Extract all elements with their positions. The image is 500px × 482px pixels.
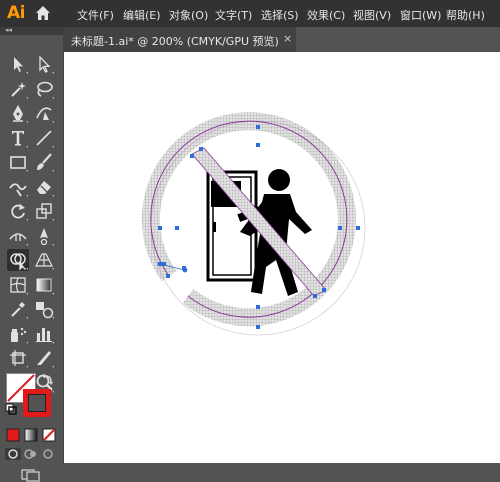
shaper-tool-icon[interactable] (7, 176, 29, 198)
stroke-swatch-hole (28, 394, 46, 412)
symbol-sprayer-tool-icon[interactable] (7, 323, 29, 345)
menu-item[interactable]: 效果(C) (307, 7, 345, 23)
no-entry-sign-artwork[interactable] (64, 52, 500, 463)
shape-builder-tool-icon[interactable] (7, 249, 29, 271)
column-graph-tool-icon[interactable] (33, 323, 55, 345)
artboard-tool-icon[interactable] (7, 347, 29, 369)
menu-bar: Ai 文件(F) 编辑(E) 对象(O) 文字(T) 选择(S) 效果(C) 视图(V) 窗口… (0, 0, 500, 27)
screen-mode-icon[interactable] (20, 468, 42, 482)
slice-tool-icon[interactable] (33, 347, 55, 369)
menu-item[interactable]: 编辑(E) (123, 7, 161, 23)
width-tool-icon[interactable] (7, 225, 29, 247)
panel-grip[interactable]: ◂◂ (0, 26, 63, 35)
swap-fill-stroke-icon[interactable] (41, 372, 55, 386)
document-tab-title: 未标题-1.ai* @ 200% (CMYK/GPU 预览) (71, 35, 279, 48)
menu-item[interactable]: 视图(V) (353, 7, 391, 23)
eraser-tool-icon[interactable] (33, 176, 55, 198)
scale-tool-icon[interactable] (33, 200, 55, 222)
mesh-tool-icon[interactable] (7, 274, 29, 296)
document-tab-bar: 未标题-1.ai* @ 200% (CMYK/GPU 预览) × (63, 27, 500, 52)
close-icon[interactable]: × (283, 32, 292, 45)
tools-panel: ◂◂ (0, 26, 64, 482)
menu-item[interactable]: 帮助(H) (446, 7, 485, 23)
rectangle-tool-icon[interactable] (7, 151, 29, 173)
line-segment-tool-icon[interactable] (33, 127, 55, 149)
selection-tool-icon[interactable] (7, 53, 29, 75)
app-logo: Ai (7, 3, 25, 23)
draw-mode-buttons[interactable] (4, 447, 60, 461)
magic-wand-tool-icon[interactable] (7, 78, 29, 100)
rotate-tool-icon[interactable] (7, 200, 29, 222)
default-colors-icon[interactable] (5, 403, 17, 415)
home-icon[interactable] (33, 3, 53, 23)
document-tab[interactable]: 未标题-1.ai* @ 200% (CMYK/GPU 预览) × (63, 27, 296, 52)
menu-item[interactable]: 文字(T) (215, 7, 252, 23)
perspective-grid-tool-icon[interactable] (33, 249, 55, 271)
menu-item[interactable]: 选择(S) (261, 7, 299, 23)
collapse-panel-icon[interactable]: ◂◂ (5, 26, 12, 34)
gradient-tool-icon[interactable] (33, 274, 55, 296)
type-tool-icon[interactable] (7, 127, 29, 149)
direct-selection-tool-icon[interactable] (33, 53, 55, 75)
lasso-tool-icon[interactable] (33, 78, 55, 100)
stroke-swatch[interactable] (23, 389, 51, 417)
blend-tool-icon[interactable] (33, 298, 55, 320)
menu-item[interactable]: 对象(O) (169, 7, 208, 23)
puppet-warp-tool-icon[interactable] (33, 225, 55, 247)
menu-item[interactable]: 窗口(W) (400, 7, 441, 23)
pen-tool-icon[interactable] (7, 102, 29, 124)
curvature-tool-icon[interactable] (33, 102, 55, 124)
color-mode-buttons[interactable] (6, 427, 58, 443)
artboard-canvas[interactable] (64, 52, 500, 463)
menu-item[interactable]: 文件(F) (77, 7, 114, 23)
eyedropper-tool-icon[interactable] (7, 298, 29, 320)
paintbrush-tool-icon[interactable] (33, 151, 55, 173)
